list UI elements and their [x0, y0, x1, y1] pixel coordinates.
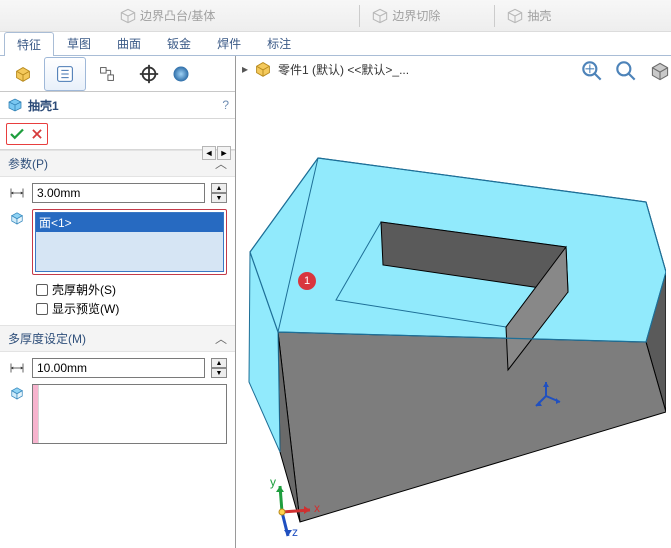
tab-sheetmetal[interactable]: 钣金	[154, 31, 204, 55]
cancel-x-icon[interactable]	[30, 127, 44, 141]
tab-surface[interactable]: 曲面	[104, 31, 154, 55]
zoom-area-icon[interactable]	[613, 58, 639, 84]
tab-weld[interactable]: 焊件	[204, 31, 254, 55]
part-icon	[252, 58, 274, 80]
command-tabs: 特征 草图 曲面 钣金 焊件 标注	[0, 32, 671, 56]
axis-y-label: y	[270, 475, 276, 489]
params-section-header[interactable]: 参数(P) ︿	[0, 150, 235, 177]
boss-label: 边界凸台/基体	[140, 7, 215, 24]
tab-feature[interactable]: 特征	[4, 32, 54, 56]
chevron-up-icon: ︿	[215, 330, 227, 347]
face-selection-icon	[8, 384, 26, 402]
help-button[interactable]: ?	[222, 98, 229, 112]
shell-cube-icon	[505, 6, 525, 26]
tab-sketch[interactable]: 草图	[54, 31, 104, 55]
shell-outward-label: 壳厚朝外(S)	[52, 281, 116, 298]
shell-group: 抽壳	[505, 6, 551, 26]
feature-header: 抽壳1 ?	[0, 92, 235, 119]
dimension-d1-icon	[8, 360, 26, 376]
dimension-d1-icon	[8, 185, 26, 201]
feature-name: 抽壳1	[28, 97, 59, 114]
d1-thickness-input[interactable]	[32, 183, 205, 203]
boundary-boss-group: 边界凸台/基体	[118, 6, 215, 26]
tab-annotate[interactable]: 标注	[254, 31, 304, 55]
property-manager: ◄ ► 抽壳1 ? 参数(P) ︿ ▲ ▼	[0, 56, 236, 548]
multi-thickness-title: 多厚度设定(M)	[8, 330, 86, 347]
property-icon	[54, 63, 76, 85]
ok-cancel-bar	[0, 119, 235, 150]
appearance-tab[interactable]	[170, 57, 192, 91]
config-icon	[96, 63, 118, 85]
selected-face-item[interactable]: 面<1>	[36, 213, 223, 232]
spin-up-button[interactable]: ▲	[211, 183, 227, 193]
graphics-viewport[interactable]: ▸ 零件1 (默认) <<默认>_... 1	[236, 56, 671, 548]
list-gutter	[33, 385, 39, 443]
spin-down-button[interactable]: ▼	[211, 368, 227, 378]
feature-tree-icon	[12, 63, 34, 85]
show-preview-checkbox[interactable]	[36, 303, 48, 315]
params-section-body: ▲ ▼ 面<1> 壳厚朝外(S) 显示预览(W)	[0, 177, 235, 325]
spin-up-button[interactable]: ▲	[211, 358, 227, 368]
shell-outward-checkbox[interactable]	[36, 284, 48, 296]
callout-1: 1	[298, 272, 316, 290]
multi-thickness-body: ▲ ▼	[0, 352, 235, 456]
part-tree-label: 零件1 (默认) <<默认>_...	[278, 61, 409, 78]
config-manager-tab[interactable]	[86, 57, 128, 91]
faces-to-remove-list[interactable]: 面<1>	[32, 209, 227, 275]
face-selection-icon	[8, 209, 26, 227]
cube-icon	[118, 6, 138, 26]
params-title: 参数(P)	[8, 155, 48, 172]
crosshair-icon	[138, 63, 160, 85]
feature-manager-tab[interactable]	[2, 57, 44, 91]
manager-nav-arrows: ◄ ►	[202, 146, 231, 160]
top-toolbar: 边界凸台/基体 边界切除 抽壳	[0, 0, 671, 32]
face-triad-icon	[526, 376, 566, 416]
cut-label: 边界切除	[392, 7, 440, 24]
multi-thickness-faces-list[interactable]	[32, 384, 227, 444]
ok-check-icon[interactable]	[8, 125, 26, 143]
shell-feature-icon	[6, 96, 24, 114]
multi-d1-spinner: ▲ ▼	[211, 358, 227, 378]
boundary-cut-group: 边界切除	[370, 6, 440, 26]
zoom-fit-icon[interactable]	[579, 58, 605, 84]
axis-x-label: x	[314, 501, 320, 515]
d1-spinner: ▲ ▼	[211, 183, 227, 203]
globe-icon	[171, 63, 191, 85]
spin-down-button[interactable]: ▼	[211, 193, 227, 203]
multi-d1-input[interactable]	[32, 358, 205, 378]
flyout-tree[interactable]: ▸ 零件1 (默认) <<默认>_...	[242, 58, 409, 80]
nav-left-button[interactable]: ◄	[202, 146, 216, 160]
axis-z-label: z	[292, 525, 298, 539]
show-preview-label: 显示预览(W)	[52, 300, 119, 317]
origin-triad: x y z	[258, 472, 328, 542]
dimxpert-tab[interactable]	[128, 57, 170, 91]
multi-thickness-header[interactable]: 多厚度设定(M) ︿	[0, 325, 235, 352]
toolbar-divider	[359, 5, 360, 27]
property-manager-tab[interactable]	[44, 57, 86, 91]
shell-label: 抽壳	[527, 7, 551, 24]
manager-tabs: ◄ ►	[0, 56, 235, 92]
nav-right-button[interactable]: ►	[217, 146, 231, 160]
view-tools	[579, 58, 665, 84]
view-orientation-icon[interactable]	[647, 58, 671, 84]
tree-expand-icon[interactable]: ▸	[242, 62, 248, 76]
toolbar-divider-2	[494, 5, 495, 27]
cut-cube-icon	[370, 6, 390, 26]
